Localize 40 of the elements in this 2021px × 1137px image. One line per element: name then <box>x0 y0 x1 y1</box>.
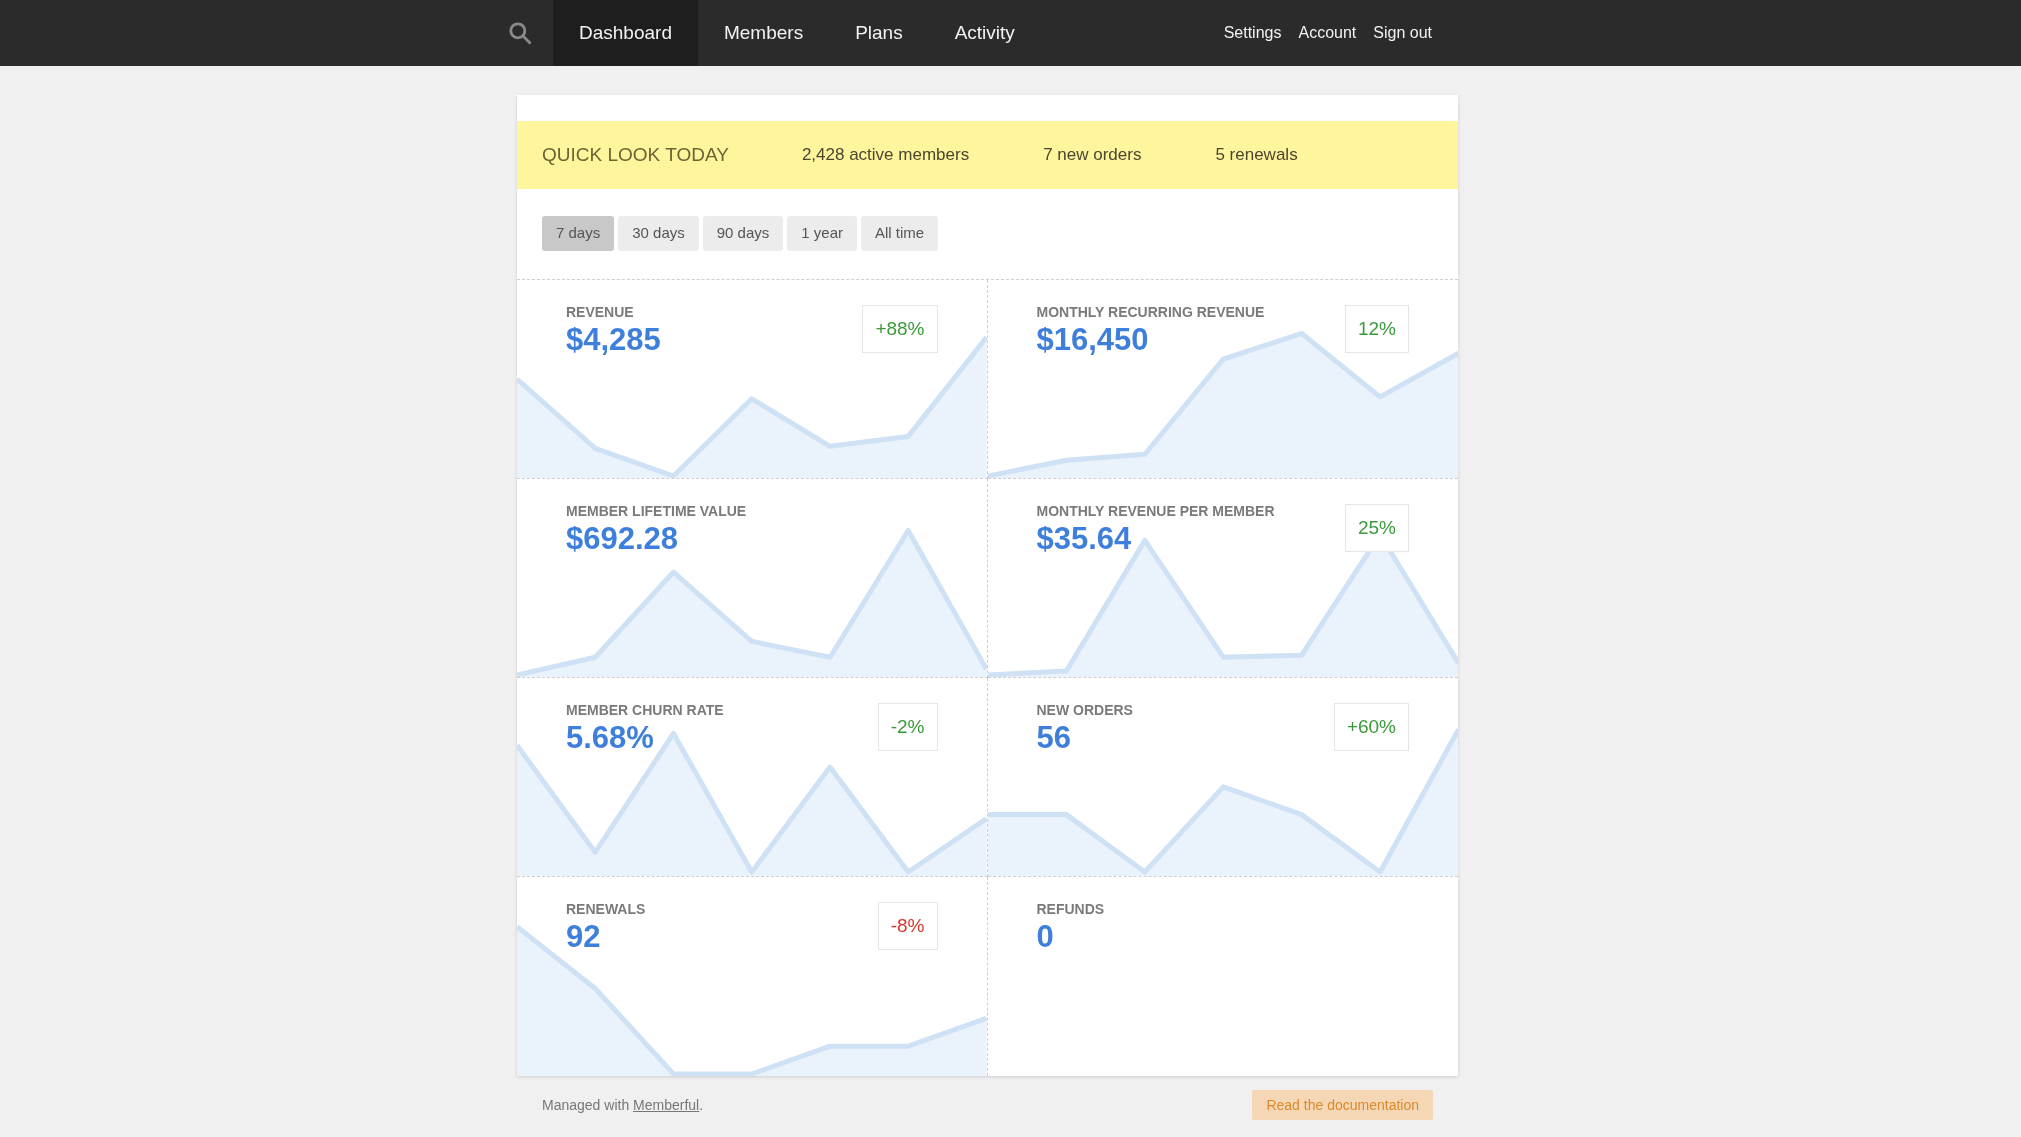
nav-tab[interactable]: Dashboard <box>553 0 698 66</box>
range-tab[interactable]: 30 days <box>618 216 699 251</box>
metric-value: $692.28 <box>566 521 680 557</box>
search-icon[interactable] <box>507 20 533 46</box>
change-badge: 25% <box>1344 504 1409 552</box>
banner-title: QUICK LOOK TODAY <box>542 142 729 167</box>
metric-label: MONTHLY REVENUE PER MEMBER <box>1036 502 1275 521</box>
change-badge: +60% <box>1333 703 1409 751</box>
metric-value: 92 <box>566 919 602 955</box>
range-tab[interactable]: 7 days <box>542 216 615 251</box>
footer-text: Managed with Memberful. <box>542 1095 704 1115</box>
metric-label: RENEWALS <box>566 900 646 919</box>
banner-stat: 5 renewals <box>1215 144 1298 167</box>
metric-value: 0 <box>1036 919 1055 955</box>
nav-tab[interactable]: Activity <box>928 0 1041 66</box>
range-tab[interactable]: All time <box>861 216 939 251</box>
nav-tab[interactable]: Plans <box>829 0 929 66</box>
range-tab[interactable]: 90 days <box>702 216 784 251</box>
nav-link[interactable]: Settings <box>1223 0 1282 66</box>
change-badge: +88% <box>862 305 938 353</box>
metric-value: 5.68% <box>566 720 655 756</box>
nav-link[interactable]: Account <box>1298 0 1357 66</box>
change-badge: 12% <box>1344 305 1409 353</box>
metric-label: REVENUE <box>566 303 635 322</box>
metric-label: NEW ORDERS <box>1036 701 1133 720</box>
metric-label: MONTHLY RECURRING REVENUE <box>1036 303 1265 322</box>
nav-tab[interactable]: Members <box>697 0 830 66</box>
metric-value: 56 <box>1036 720 1072 756</box>
nav-link[interactable]: Sign out <box>1373 0 1432 66</box>
banner-stat: 7 new orders <box>1043 144 1142 167</box>
metric-value: $4,285 <box>566 322 661 358</box>
metric-value: $16,450 <box>1036 322 1150 358</box>
metric-label: MEMBER CHURN RATE <box>566 701 724 720</box>
range-tab[interactable]: 1 year <box>787 216 857 251</box>
change-badge: -2% <box>877 703 938 751</box>
metric-label: MEMBER LIFETIME VALUE <box>566 502 747 521</box>
banner-stat: 2,428 active members <box>801 144 970 167</box>
metric-label: REFUNDS <box>1036 900 1105 919</box>
metric-value: $35.64 <box>1036 521 1133 557</box>
change-badge: -8% <box>877 902 938 950</box>
